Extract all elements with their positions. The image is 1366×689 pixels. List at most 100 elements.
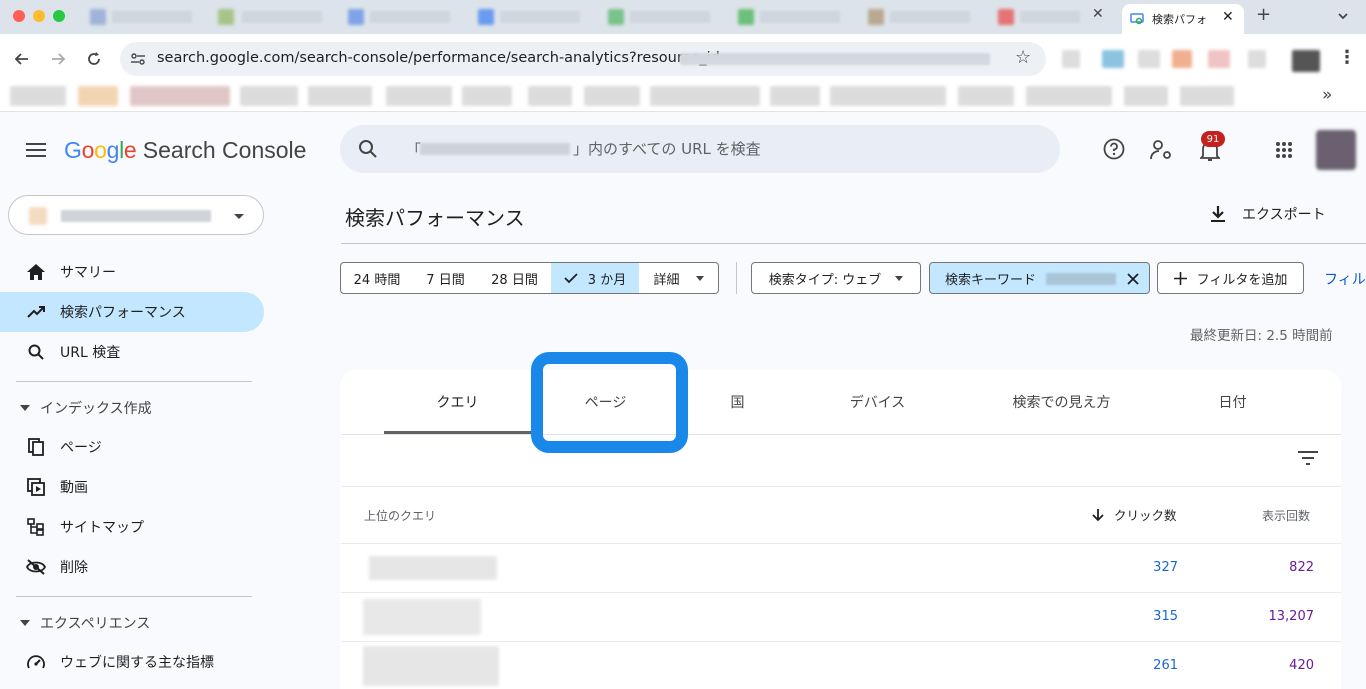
tab-favicon[interactable] [738,9,754,25]
close-icon[interactable] [1127,273,1139,285]
forward-arrow-icon[interactable] [50,51,66,67]
sidebar-item-core-web-vitals[interactable]: ウェブに関する主な指標 [0,642,264,682]
bookmark-item[interactable] [958,86,1014,106]
minimize-window-button[interactable] [33,10,45,22]
tab-favicon[interactable] [608,9,624,25]
bookmark-item[interactable] [462,86,512,106]
sidebar-section-indexing[interactable]: インデックス作成 [20,398,152,418]
close-tab-icon[interactable]: ✕ [1222,9,1234,25]
tab-search-appearance[interactable]: 検索での見え方 [985,370,1138,434]
tab-title-blurred[interactable] [112,11,192,23]
extension-icon[interactable] [1208,50,1230,68]
maximize-window-button[interactable] [53,10,65,22]
site-settings-icon[interactable] [130,52,146,66]
tab-title-blurred[interactable] [630,11,710,23]
more-filters-link[interactable]: フィル [1324,269,1366,289]
tab-devices[interactable]: デバイス [820,370,935,434]
extension-icon[interactable] [1248,50,1266,68]
back-arrow-icon[interactable] [14,51,30,67]
column-header-impressions[interactable]: 表示回数 [1262,507,1310,524]
bookmark-item[interactable] [1180,86,1234,106]
bookmark-item[interactable] [386,86,452,106]
bookmark-item[interactable] [770,86,820,106]
add-filter-button[interactable]: フィルタを追加 [1157,262,1304,294]
tab-favicon[interactable] [90,9,106,25]
more-bookmarks-chevron-icon[interactable]: » [1322,85,1332,105]
bookmark-item[interactable] [130,86,230,106]
profile-avatar[interactable] [1292,50,1320,72]
tab-title-blurred[interactable] [890,11,970,23]
tab-favicon[interactable] [218,9,234,25]
product-logo[interactable]: Google Search Console [64,137,306,164]
tab-title-blurred[interactable] [500,11,580,23]
tab-search-chevron-down-icon[interactable] [1337,11,1349,21]
sidebar-item-performance[interactable]: 検索パフォーマンス [0,292,264,332]
tab-countries[interactable]: 国 [690,370,785,434]
table-row[interactable] [341,593,1341,641]
date-chip-28d[interactable]: 28 日間 [478,262,552,294]
search-type-filter[interactable]: 検索タイプ: ウェブ [751,262,921,294]
tab-favicon[interactable] [998,9,1014,25]
property-selector[interactable] [8,195,264,235]
tab-title-blurred[interactable] [1020,11,1080,23]
extension-icon[interactable] [1102,50,1124,68]
tab-favicon[interactable] [868,9,884,25]
bookmark-item[interactable] [584,86,640,106]
reload-icon[interactable] [86,51,102,67]
bookmark-item[interactable] [10,86,66,106]
table-row[interactable] [341,642,1341,689]
chip-separator [736,262,737,294]
tab-favicon[interactable] [348,9,364,25]
sidebar-item-summary[interactable]: サマリー [0,252,264,292]
browser-menu-icon[interactable]: ⋮ [1338,47,1356,68]
bookmark-item[interactable] [1026,86,1112,106]
keyword-filter-chip[interactable]: 検索キーワード [929,262,1150,294]
extension-icon[interactable] [1062,50,1080,68]
bookmark-item[interactable] [830,86,946,106]
tab-favicon[interactable] [478,9,494,25]
address-bar[interactable]: search.google.com/search-console/perform… [120,42,1046,76]
sidebar-section-experience[interactable]: エクスペリエンス [20,613,150,633]
tab-dates[interactable]: 日付 [1185,370,1280,434]
tab-title-blurred[interactable] [760,11,840,23]
extension-icon[interactable] [1138,50,1160,68]
url-inspect-search-bar[interactable]: 「 」内のすべての URL を検査 [340,125,1060,173]
table-row[interactable] [341,544,1341,592]
extension-icon[interactable] [1172,50,1192,68]
tab-title-blurred[interactable] [370,11,450,23]
bookmark-item[interactable] [78,86,118,106]
sidebar-item-sitemaps[interactable]: サイトマップ [0,507,264,547]
hamburger-menu-icon[interactable] [26,143,46,157]
bookmark-item[interactable] [1124,86,1168,106]
sidebar-item-removals[interactable]: 削除 [0,547,264,587]
date-chip-3m-selected[interactable]: 3 か月 [551,262,640,294]
sidebar-item-pages[interactable]: ページ [0,427,264,467]
bookmark-item[interactable] [528,86,572,106]
bookmark-star-icon[interactable]: ☆ [1015,47,1031,68]
search-icon [26,342,46,362]
bookmark-item[interactable] [240,86,298,106]
tab-title-blurred[interactable] [242,11,322,23]
date-chip-24h[interactable]: 24 時間 [340,262,414,294]
apps-grid-icon[interactable] [1275,141,1293,159]
close-tab-icon[interactable]: ✕ [1092,6,1104,22]
sidebar-item-videos[interactable]: 動画 [0,467,264,507]
sidebar-item-url-inspection[interactable]: URL 検査 [0,332,264,372]
close-window-button[interactable] [13,10,25,22]
query-text-blurred [363,599,481,635]
bookmark-item[interactable] [308,86,372,106]
date-chip-7d[interactable]: 7 日間 [413,262,479,294]
checkmark-icon [564,272,578,283]
date-chip-custom[interactable]: 詳細 [639,262,719,294]
help-icon[interactable] [1103,138,1125,160]
export-button[interactable]: エクスポート [1210,200,1326,228]
filter-rows-icon[interactable] [1298,451,1318,465]
tab-queries[interactable]: クエリ [384,370,531,434]
active-tab[interactable]: 検索パフォ ✕ [1122,4,1244,34]
manage-users-icon[interactable] [1150,139,1174,161]
account-avatar[interactable] [1316,130,1356,170]
bookmark-item[interactable] [650,86,760,106]
property-name-blurred [420,143,570,155]
new-tab-icon[interactable]: + [1256,4,1271,25]
column-header-clicks[interactable]: クリック数 [1092,505,1177,524]
